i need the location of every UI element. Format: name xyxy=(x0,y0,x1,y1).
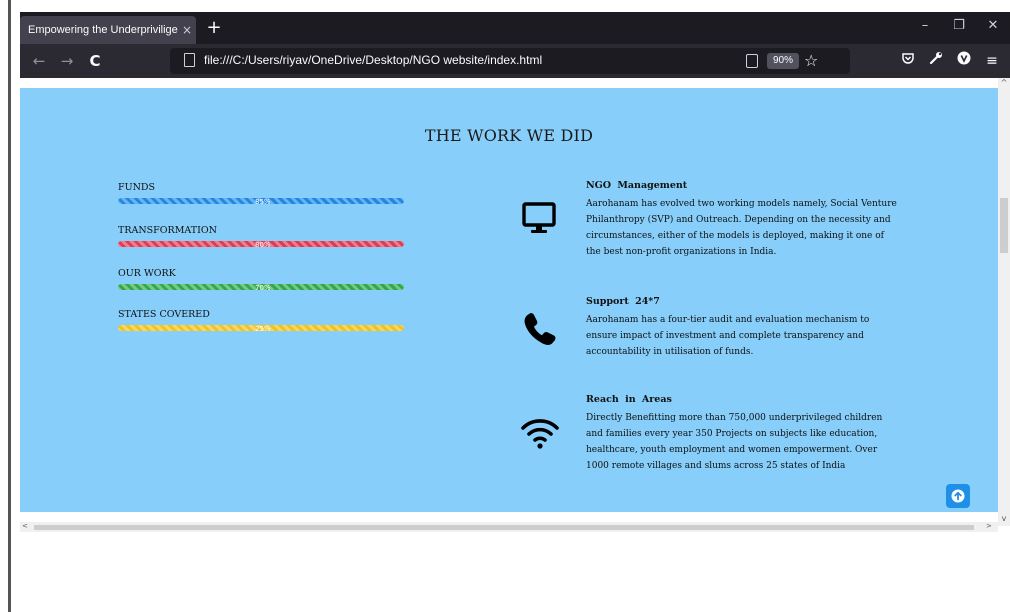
pocket-icon[interactable] xyxy=(898,51,918,71)
section-title: THE WORK WE DID xyxy=(424,126,594,145)
screenshot-frame: Empowering the Underpriviliged × + – ❐ ✕… xyxy=(0,0,1010,612)
forward-button[interactable]: → xyxy=(56,51,78,71)
service-title: Reach in Areas xyxy=(586,394,672,405)
service-title: Support 24*7 xyxy=(586,296,660,307)
page-icon xyxy=(184,53,195,67)
tab-empowering[interactable]: Empowering the Underpriviliged × xyxy=(20,16,196,44)
tab-title: Empowering the Underpriviliged xyxy=(28,24,178,36)
tab-close-icon[interactable]: × xyxy=(178,23,196,37)
scroll-left-arrow-icon[interactable]: < xyxy=(22,522,28,530)
vertical-scrollbar[interactable]: ^ v xyxy=(998,78,1010,526)
service-text: Aarohanam has evolved two working models… xyxy=(586,199,897,257)
skill-our-work: OUR WORK 70% xyxy=(118,268,404,292)
extension-v-icon[interactable] xyxy=(954,51,974,71)
arrow-up-icon xyxy=(951,489,965,503)
url-text[interactable]: file:///C:/Users/riyav/OneDrive/Desktop/… xyxy=(204,53,542,67)
scroll-right-arrow-icon[interactable]: > xyxy=(986,522,992,530)
vertical-scroll-thumb[interactable] xyxy=(1000,198,1008,253)
scroll-up-arrow-icon[interactable]: ^ xyxy=(998,78,1010,90)
phone-icon xyxy=(518,306,562,350)
skill-label: OUR WORK xyxy=(118,268,176,279)
wrench-icon[interactable] xyxy=(926,51,946,71)
progress-percent: 85% xyxy=(255,198,271,206)
restore-button[interactable]: ❐ xyxy=(946,18,972,33)
skill-label: STATES COVERED xyxy=(118,309,210,320)
scroll-down-arrow-icon[interactable]: v xyxy=(998,514,1010,526)
reader-view-icon[interactable] xyxy=(746,54,758,68)
back-button[interactable]: ← xyxy=(28,51,50,71)
horizontal-scroll-thumb[interactable] xyxy=(34,525,974,530)
new-tab-button[interactable]: + xyxy=(204,18,224,38)
left-border xyxy=(0,0,11,612)
skill-funds: FUNDS 85% xyxy=(118,182,404,206)
work-section: THE WORK WE DID FUNDS 85% TRANSFORMATION… xyxy=(20,88,998,512)
skill-label: TRANSFORMATION xyxy=(118,225,217,236)
service-text: Directly Benefitting more than 750,000 u… xyxy=(586,413,883,471)
progress-percent: 25% xyxy=(255,325,271,333)
service-title: NGO Management xyxy=(586,180,688,191)
desktop-icon xyxy=(518,198,562,242)
progress-percent: 70% xyxy=(255,284,271,292)
url-bar[interactable]: file:///C:/Users/riyav/OneDrive/Desktop/… xyxy=(170,48,850,74)
skill-transformation: TRANSFORMATION 80% xyxy=(118,225,404,249)
service-text: Aarohanam has a four-tier audit and eval… xyxy=(586,315,870,357)
nav-bar: ← → C file:///C:/Users/riyav/OneDrive/De… xyxy=(20,44,1010,78)
scroll-to-top-button[interactable] xyxy=(946,484,970,508)
skill-label: FUNDS xyxy=(118,182,156,193)
tab-bar: Empowering the Underpriviliged × + – ❐ ✕ xyxy=(20,12,1010,44)
minimize-button[interactable]: – xyxy=(912,18,938,33)
reload-button[interactable]: C xyxy=(84,51,106,71)
skill-states-covered: STATES COVERED 25% xyxy=(118,309,404,333)
browser-window: Empowering the Underpriviliged × + – ❐ ✕… xyxy=(20,12,1010,532)
menu-icon[interactable]: ≡ xyxy=(982,51,1002,71)
bookmark-star-icon[interactable]: ☆ xyxy=(804,51,818,70)
horizontal-scrollbar[interactable]: < > xyxy=(20,522,998,532)
close-window-button[interactable]: ✕ xyxy=(980,18,1006,33)
progress-percent: 80% xyxy=(255,241,271,249)
page-viewport: THE WORK WE DID FUNDS 85% TRANSFORMATION… xyxy=(20,78,998,512)
wifi-icon xyxy=(518,410,562,454)
zoom-level[interactable]: 90% xyxy=(767,53,800,69)
